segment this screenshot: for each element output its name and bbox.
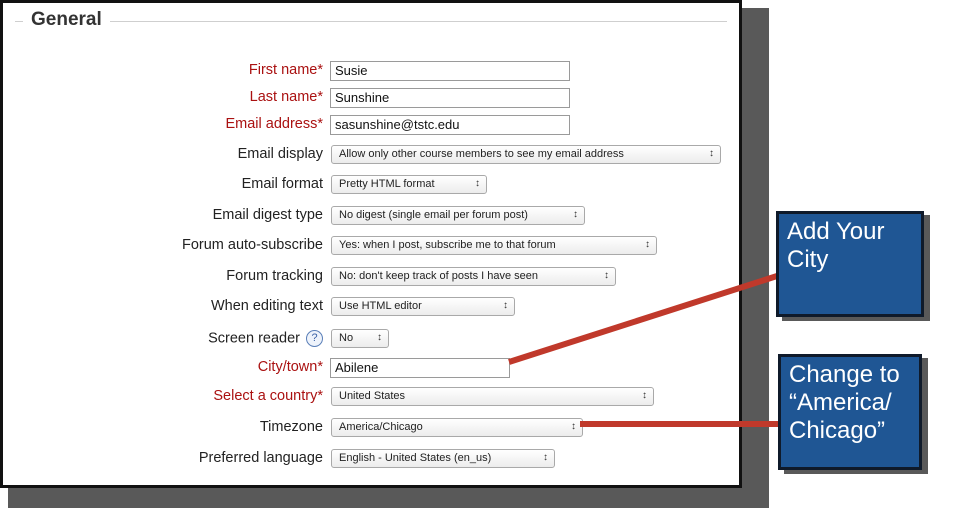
country-select[interactable]: United States ↕ — [331, 387, 654, 406]
forum-auto-subscribe-label: Forum auto-subscribe — [181, 237, 323, 253]
last-name-label: Last name* — [249, 89, 323, 105]
email-format-value: Pretty HTML format — [339, 178, 435, 190]
callout-timezone-line1: Change to — [789, 361, 900, 388]
forum-auto-subscribe-select[interactable]: Yes: when I post, subscribe me to that f… — [331, 236, 657, 255]
select-arrows-icon: ↕ — [543, 452, 548, 463]
email-format-label: Email format — [241, 176, 323, 192]
email-address-field[interactable]: sasunshine@tstc.edu — [330, 115, 570, 135]
row-first-name: First name* Susie — [3, 60, 739, 84]
row-email-address: Email address* sasunshine@tstc.edu — [3, 114, 739, 138]
screen-reader-select[interactable]: No ↕ — [331, 329, 389, 348]
row-last-name: Last name* Sunshine — [3, 87, 739, 111]
select-arrows-icon: ↕ — [475, 178, 480, 189]
callout-timezone-line2: “America/ — [789, 389, 892, 416]
timezone-select[interactable]: America/Chicago ↕ — [331, 418, 583, 437]
editing-text-label: When editing text — [210, 298, 323, 314]
profile-form-screenshot: General First name* Susie Last name* Sun… — [0, 0, 742, 488]
select-arrows-icon: ↕ — [709, 148, 714, 159]
callout-city-line1: Add Your — [787, 218, 885, 245]
callout-change-timezone: Change to “America/ Chicago” — [778, 354, 922, 470]
screen-reader-label-text: Screen reader — [208, 330, 300, 347]
select-arrows-icon: ↕ — [571, 421, 576, 432]
email-display-select[interactable]: Allow only other course members to see m… — [331, 145, 721, 164]
row-email-display: Email display Allow only other course me… — [3, 144, 739, 168]
timezone-value: America/Chicago — [339, 421, 423, 433]
email-digest-label: Email digest type — [212, 207, 323, 223]
last-name-field[interactable]: Sunshine — [330, 88, 570, 108]
country-label: Select a country* — [213, 388, 323, 404]
language-select[interactable]: English ‐ United States (en_us) ↕ — [331, 449, 555, 468]
fieldset-legend: General — [23, 9, 110, 31]
screen-reader-label: Screen reader? — [208, 330, 323, 347]
forum-tracking-value: No: don't keep track of posts I have see… — [339, 270, 538, 282]
callout-add-your-city: Add Your City — [776, 211, 924, 317]
row-screen-reader: Screen reader? No ↕ — [3, 328, 739, 352]
editing-text-select[interactable]: Use HTML editor ↕ — [331, 297, 515, 316]
email-display-value: Allow only other course members to see m… — [339, 148, 624, 160]
select-arrows-icon: ↕ — [573, 209, 578, 220]
row-city: City/town* Abilene — [3, 357, 739, 381]
screen-reader-value: No — [339, 332, 354, 344]
frame-shadow-bottom — [8, 488, 769, 508]
row-country: Select a country* United States ↕ — [3, 386, 739, 410]
forum-tracking-select[interactable]: No: don't keep track of posts I have see… — [331, 267, 616, 286]
forum-auto-subscribe-value: Yes: when I post, subscribe me to that f… — [339, 239, 556, 251]
first-name-label: First name* — [248, 62, 323, 78]
email-address-label: Email address* — [225, 116, 323, 132]
select-arrows-icon: ↕ — [604, 270, 609, 281]
row-language: Preferred language English ‐ United Stat… — [3, 448, 739, 472]
language-label: Preferred language — [198, 450, 323, 466]
help-icon[interactable]: ? — [306, 330, 323, 347]
city-field[interactable]: Abilene — [330, 358, 510, 378]
callout-city-line2: City — [787, 246, 829, 273]
select-arrows-icon: ↕ — [377, 332, 382, 343]
row-editing-text: When editing text Use HTML editor ↕ — [3, 296, 739, 320]
row-timezone: Timezone America/Chicago ↕ — [3, 417, 739, 441]
callout-timezone-line3: Chicago” — [789, 417, 886, 444]
email-digest-value: No digest (single email per forum post) — [339, 209, 528, 221]
country-value: United States — [339, 390, 406, 402]
select-arrows-icon: ↕ — [503, 300, 508, 311]
frame-shadow-right — [742, 8, 769, 488]
email-format-select[interactable]: Pretty HTML format ↕ — [331, 175, 487, 194]
select-arrows-icon: ↕ — [642, 390, 647, 401]
first-name-field[interactable]: Susie — [330, 61, 570, 81]
row-forum-tracking: Forum tracking No: don't keep track of p… — [3, 266, 739, 290]
forum-tracking-label: Forum tracking — [226, 268, 323, 284]
email-digest-select[interactable]: No digest (single email per forum post) … — [331, 206, 585, 225]
email-display-label: Email display — [237, 146, 323, 162]
language-value: English ‐ United States (en_us) — [339, 452, 492, 464]
fieldset-border — [15, 21, 727, 22]
row-forum-auto-subscribe: Forum auto-subscribe Yes: when I post, s… — [3, 235, 739, 259]
row-email-format: Email format Pretty HTML format ↕ — [3, 174, 739, 198]
editing-text-value: Use HTML editor — [339, 300, 422, 312]
select-arrows-icon: ↕ — [645, 239, 650, 250]
row-email-digest: Email digest type No digest (single emai… — [3, 205, 739, 229]
timezone-label: Timezone — [259, 419, 323, 435]
city-label: City/town* — [257, 359, 323, 375]
